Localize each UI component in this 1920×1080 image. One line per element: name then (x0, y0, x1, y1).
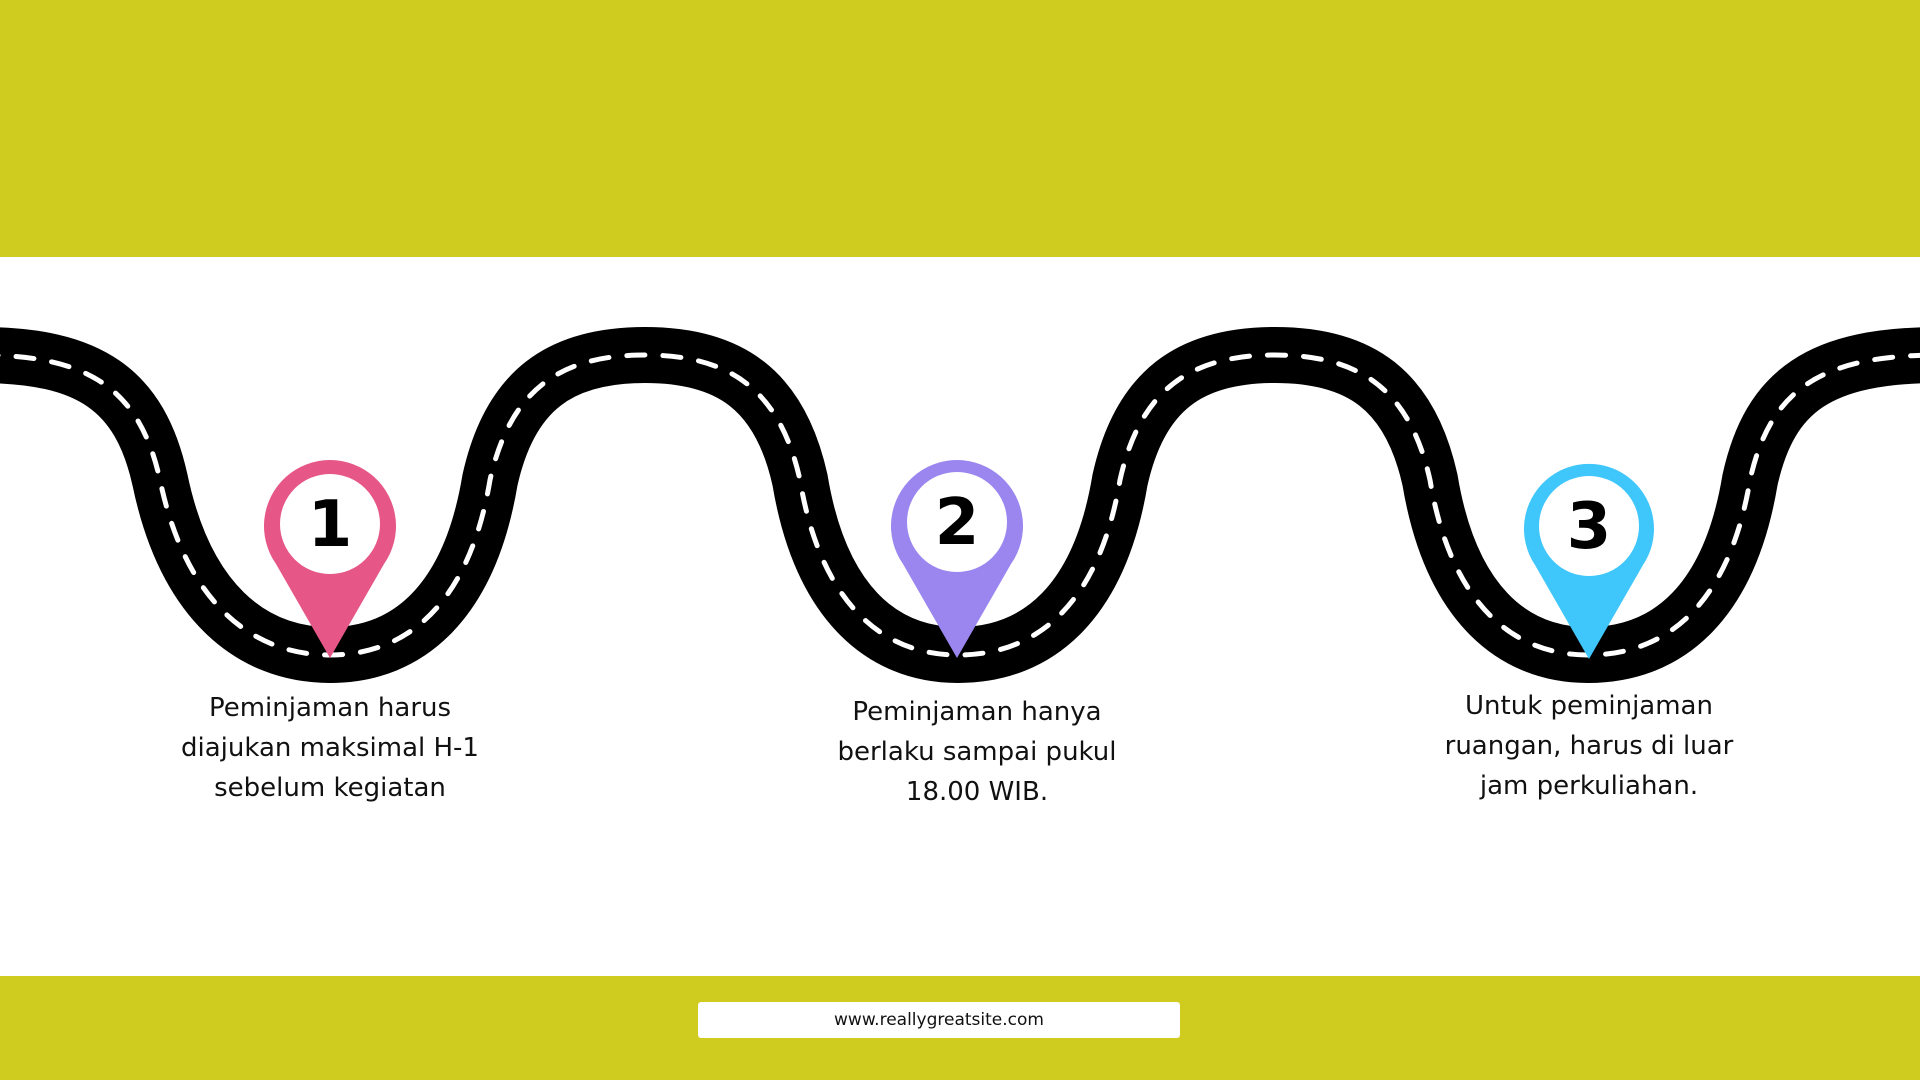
location-pin-3-icon: 3 (1524, 463, 1654, 659)
step-3-line-2: ruangan, harus di luar (1444, 731, 1734, 761)
location-pin-2-icon: 2 (891, 460, 1023, 658)
step-2-description: Peminjaman hanya berlaku sampai pukul 18… (812, 692, 1142, 812)
step-1-line-3: sebelum kegiatan (214, 773, 446, 803)
step-1-description: Peminjaman harus diajukan maksimal H-1 s… (165, 688, 495, 808)
step-2-line-1: Peminjaman hanya (852, 697, 1102, 727)
step-1-line-1: Peminjaman harus (208, 693, 452, 723)
website-link[interactable]: www.reallygreatsite.com (698, 1002, 1180, 1038)
step-3-description: Untuk peminjaman ruangan, harus di luar … (1424, 686, 1754, 806)
step-1-line-2: diajukan maksimal H-1 (181, 733, 479, 763)
step-2-number: 2 (935, 486, 980, 560)
location-pin-1-icon: 1 (264, 460, 396, 658)
step-2-line-3: 18.00 WIB. (905, 777, 1049, 807)
step-1-number: 1 (308, 488, 353, 562)
step-3-line-3: jam perkuliahan. (1479, 771, 1699, 801)
step-3-number: 3 (1567, 490, 1612, 564)
step-2-line-2: berlaku sampai pukul (837, 737, 1117, 767)
step-3-line-1: Untuk peminjaman (1465, 691, 1713, 721)
